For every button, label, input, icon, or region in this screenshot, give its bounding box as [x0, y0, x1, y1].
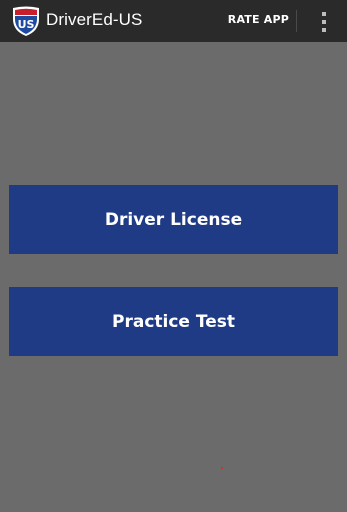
interstate-shield-logo-icon: US — [13, 6, 39, 36]
action-bar: US DriverEd-US RATE APP — [0, 0, 347, 42]
rate-app-button[interactable]: RATE APP — [228, 13, 289, 26]
overflow-dot — [322, 28, 326, 32]
overflow-dot — [322, 12, 326, 16]
driver-license-button[interactable]: Driver License — [9, 185, 338, 254]
practice-test-button[interactable]: Practice Test — [9, 287, 338, 356]
action-divider — [296, 10, 297, 32]
stray-dot — [221, 467, 223, 469]
overflow-dot — [322, 20, 326, 24]
driver-license-label: Driver License — [104, 209, 243, 230]
practice-test-label: Practice Test — [112, 311, 235, 332]
overflow-menu-icon[interactable] — [321, 12, 327, 32]
app-title: DriverEd-US — [46, 10, 143, 29]
logo-text: US — [18, 18, 35, 31]
